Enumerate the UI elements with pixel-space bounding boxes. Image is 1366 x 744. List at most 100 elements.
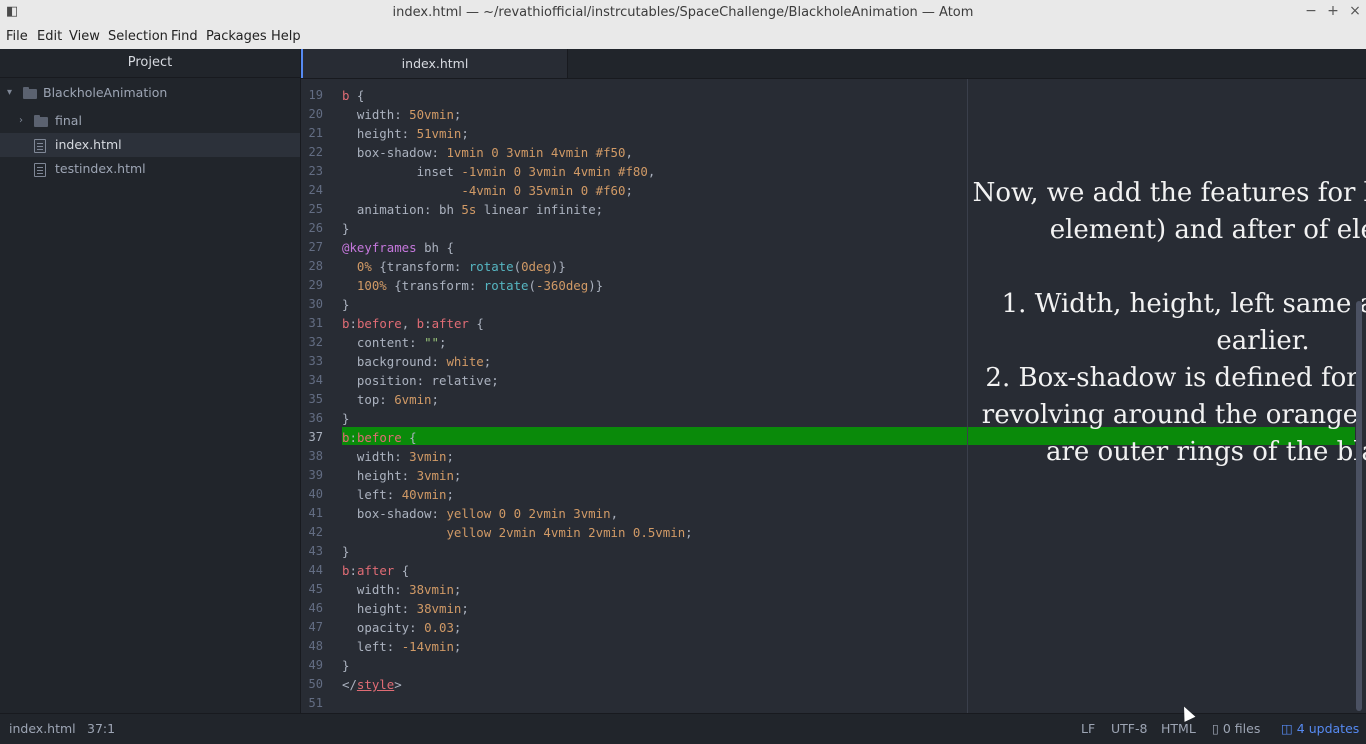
- folder-icon: [23, 87, 37, 99]
- menu-help[interactable]: Help: [271, 29, 301, 44]
- line-number-current: 37: [308, 430, 323, 444]
- code-line[interactable]: height: 38vmin;: [342, 601, 469, 616]
- code-line[interactable]: width: 38vmin;: [342, 582, 461, 597]
- line-number: 22: [308, 145, 323, 159]
- code-line[interactable]: }: [342, 297, 349, 312]
- tree-item-label: index.html: [55, 137, 122, 152]
- code-line[interactable]: 100% {transform: rotate(-360deg)}: [342, 278, 603, 293]
- package-icon: ◫: [1281, 721, 1293, 736]
- line-number: 47: [308, 620, 323, 634]
- code-line[interactable]: width: 50vmin;: [342, 107, 461, 122]
- vertical-scrollbar[interactable]: [1356, 301, 1362, 711]
- tree-item-index-html[interactable]: index.html: [0, 133, 300, 157]
- line-number: 31: [308, 316, 323, 330]
- code-line[interactable]: box-shadow: 1vmin 0 3vmin 4vmin #f50,: [342, 145, 633, 160]
- line-number: 43: [308, 544, 323, 558]
- code-line[interactable]: yellow 2vmin 4vmin 2vmin 0.5vmin;: [342, 525, 692, 540]
- status-grammar[interactable]: HTML: [1161, 721, 1196, 736]
- line-number: 29: [308, 278, 323, 292]
- code-line[interactable]: }: [342, 658, 349, 673]
- menu-bar: File Edit View Selection Find Packages H…: [0, 26, 1366, 49]
- line-number: 49: [308, 658, 323, 672]
- line-number: 20: [308, 107, 323, 121]
- tree-item-final[interactable]: › final: [0, 109, 300, 133]
- code-line[interactable]: left: -14vmin;: [342, 639, 461, 654]
- line-number: 48: [308, 639, 323, 653]
- line-number: 44: [308, 563, 323, 577]
- file-icon: [34, 163, 46, 177]
- maximize-button[interactable]: +: [1324, 3, 1342, 19]
- line-number: 36: [308, 411, 323, 425]
- code-line[interactable]: </style>: [342, 677, 402, 692]
- code-line[interactable]: }: [342, 411, 349, 426]
- updates-status[interactable]: ◫ 4 updates: [1281, 721, 1359, 736]
- code-line[interactable]: content: "";: [342, 335, 447, 350]
- menu-find[interactable]: Find: [171, 29, 198, 44]
- code-line[interactable]: background: white;: [342, 354, 491, 369]
- line-number: 19: [308, 88, 323, 102]
- code-line[interactable]: @keyframes bh {: [342, 240, 454, 255]
- code-line[interactable]: 0% {transform: rotate(0deg)}: [342, 259, 566, 274]
- status-cursor-position[interactable]: 37:1: [87, 721, 115, 736]
- code-line[interactable]: position: relative;: [342, 373, 499, 388]
- file-icon: [34, 139, 46, 153]
- code-line[interactable]: opacity: 0.03;: [342, 620, 461, 635]
- line-number: 25: [308, 202, 323, 216]
- code-line[interactable]: b:before, b:after {: [342, 316, 484, 331]
- code-line[interactable]: left: 40vmin;: [342, 487, 454, 502]
- code-line[interactable]: b {: [342, 88, 364, 103]
- line-number: 21: [308, 126, 323, 140]
- status-bar: index.html 37:1 LF UTF-8 HTML ▯ 0 files …: [0, 713, 1366, 744]
- code-line[interactable]: top: 6vmin;: [342, 392, 439, 407]
- status-line-ending[interactable]: LF: [1081, 721, 1095, 736]
- tutorial-caption: Now, we add the features for before(pseu…: [972, 178, 1366, 467]
- tab-index-html[interactable]: index.html: [301, 49, 568, 78]
- git-files-label: 0 files: [1222, 721, 1261, 736]
- line-number: 27: [308, 240, 323, 254]
- tree-view-header[interactable]: Project: [0, 49, 300, 78]
- code-line[interactable]: b:after {: [342, 563, 409, 578]
- menu-file[interactable]: File: [6, 29, 28, 44]
- code-line[interactable]: box-shadow: yellow 0 0 2vmin 3vmin,: [342, 506, 618, 521]
- code-editor[interactable]: 19 20 21 22 23 24 25 26 27 28 29 30 31 3…: [301, 79, 1366, 713]
- status-file-name[interactable]: index.html: [9, 721, 76, 736]
- line-number: 41: [308, 506, 323, 520]
- status-encoding[interactable]: UTF-8: [1111, 721, 1147, 736]
- line-number: 32: [308, 335, 323, 349]
- code-line[interactable]: b:before {: [342, 430, 417, 445]
- tree-item-label: testindex.html: [55, 161, 146, 176]
- title-bar: ◧ index.html — ~/revathiofficial/instrcu…: [0, 0, 1366, 26]
- code-line[interactable]: width: 3vmin;: [342, 449, 454, 464]
- code-line[interactable]: }: [342, 221, 349, 236]
- git-files-status[interactable]: ▯ 0 files: [1212, 721, 1260, 736]
- menu-selection[interactable]: Selection: [108, 29, 168, 44]
- tree-item-testindex-html[interactable]: testindex.html: [0, 157, 300, 181]
- menu-packages[interactable]: Packages: [206, 29, 267, 44]
- code-line[interactable]: animation: bh 5s linear infinite;: [342, 202, 603, 217]
- menu-view[interactable]: View: [69, 29, 100, 44]
- code-line[interactable]: -4vmin 0 35vmin 0 #f60;: [342, 183, 633, 198]
- chevron-down-icon[interactable]: ▾: [7, 81, 12, 105]
- line-number: 35: [308, 392, 323, 406]
- minimize-button[interactable]: −: [1302, 3, 1320, 19]
- code-line[interactable]: height: 3vmin;: [342, 468, 461, 483]
- code-line[interactable]: height: 51vmin;: [342, 126, 469, 141]
- code-line[interactable]: inset -1vmin 0 3vmin 4vmin #f80,: [342, 164, 656, 179]
- tree-view: Project ▾ BlackholeAnimation › final ind…: [0, 49, 301, 713]
- menu-edit[interactable]: Edit: [37, 29, 62, 44]
- line-number: 30: [308, 297, 323, 311]
- chevron-right-icon[interactable]: ›: [19, 109, 23, 133]
- line-number: 28: [308, 259, 323, 273]
- line-number: 26: [308, 221, 323, 235]
- line-number: 46: [308, 601, 323, 615]
- folder-icon: [34, 115, 48, 127]
- file-diff-icon: ▯: [1212, 721, 1219, 736]
- tree-root-folder[interactable]: ▾ BlackholeAnimation: [0, 81, 300, 105]
- code-line[interactable]: }: [342, 544, 349, 559]
- line-number: 51: [308, 696, 323, 710]
- close-button[interactable]: ×: [1346, 3, 1364, 19]
- line-number: 38: [308, 449, 323, 463]
- line-number: 39: [308, 468, 323, 482]
- tree-item-label: final: [55, 113, 82, 128]
- line-number: 45: [308, 582, 323, 596]
